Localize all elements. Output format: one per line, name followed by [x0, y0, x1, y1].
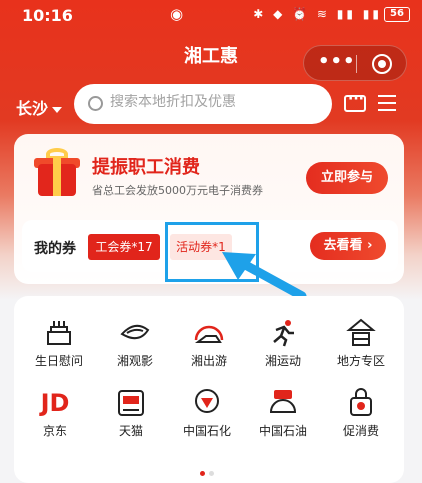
capsule-divider [356, 55, 357, 73]
grid-item-tmall[interactable]: 天猫 [96, 388, 166, 439]
grid-item-label: 地方专区 [336, 354, 385, 368]
grid-item-label: 湘出游 [190, 354, 227, 368]
grid-item-jd[interactable]: JD 京东 [20, 388, 90, 439]
grid-item-label: 促消费 [342, 424, 379, 438]
more-icon[interactable]: ••• [318, 51, 356, 72]
view-coupons-button[interactable]: 去看看 › [310, 232, 386, 260]
promo-subtitle: 省总工会发放5000万元电子消费券 [92, 184, 263, 197]
search-input[interactable] [110, 94, 320, 110]
local-area-icon [326, 318, 396, 348]
chevron-down-icon [52, 106, 63, 113]
annotation-arrow [222, 252, 307, 301]
search-icon [88, 96, 103, 111]
grid-item-label: 京东 [42, 424, 67, 438]
grid-item-sports[interactable]: 湘运动 [248, 318, 318, 369]
grid-item-movie[interactable]: 湘观影 [100, 318, 170, 369]
grid-item-label: 湘运动 [264, 354, 301, 368]
jd-logo-icon: JD [40, 389, 70, 417]
shopping-bag-icon [326, 388, 396, 418]
travel-icon [174, 318, 244, 348]
close-miniapp-icon[interactable] [372, 54, 392, 74]
grid-item-label: 生日慰问 [34, 354, 83, 368]
birthday-cake-icon [24, 318, 94, 348]
movie-icon [100, 318, 170, 348]
grid-item-label: 中国石油 [258, 424, 307, 438]
tmall-supermarket-icon [96, 388, 166, 418]
grid-item-label: 天猫 [118, 424, 143, 438]
grid-item-label: 湘观影 [116, 354, 153, 368]
grid-item-label: 中国石化 [182, 424, 231, 438]
grid-item-consume[interactable]: 促消费 [326, 388, 396, 439]
union-coupon-chip[interactable]: 工会券*17 [88, 234, 160, 260]
eye-icon: ◉ [170, 5, 184, 23]
city-selector[interactable]: 长沙 [16, 95, 63, 119]
gift-box-icon [34, 146, 80, 198]
city-label: 长沙 [16, 99, 49, 118]
grid-item-sinopec[interactable]: 中国石化 [172, 388, 242, 439]
sports-runner-icon [248, 318, 318, 348]
petrochina-icon [248, 388, 318, 418]
grid-item-birthday[interactable]: 生日慰问 [24, 318, 94, 369]
promo-title: 提振职工消费 [92, 157, 200, 178]
page-dot [209, 471, 214, 476]
grid-item-travel[interactable]: 湘出游 [174, 318, 244, 369]
page-dot-active [200, 471, 205, 476]
menu-icon[interactable] [378, 95, 396, 111]
my-coupons-label: 我的券 [34, 241, 76, 257]
message-icon[interactable] [344, 91, 366, 112]
search-bar[interactable] [74, 84, 332, 124]
battery-icon: 56 [384, 7, 410, 22]
status-bar: 10:16 ◉ ✱ ◆ ⏰ ≋ ▮▮ ▮▮ 56 [0, 0, 422, 32]
grid-item-local[interactable]: 地方专区 [326, 318, 396, 369]
grid-item-petrochina[interactable]: 中国石油 [248, 388, 318, 439]
status-time: 10:16 [22, 6, 73, 25]
page-indicator [198, 461, 216, 480]
join-now-button[interactable]: 立即参与 [306, 162, 388, 194]
sinopec-icon [172, 388, 242, 418]
status-icons: ✱ ◆ ⏰ ≋ ▮▮ ▮▮ [253, 7, 382, 21]
miniapp-capsule: ••• [303, 45, 407, 81]
